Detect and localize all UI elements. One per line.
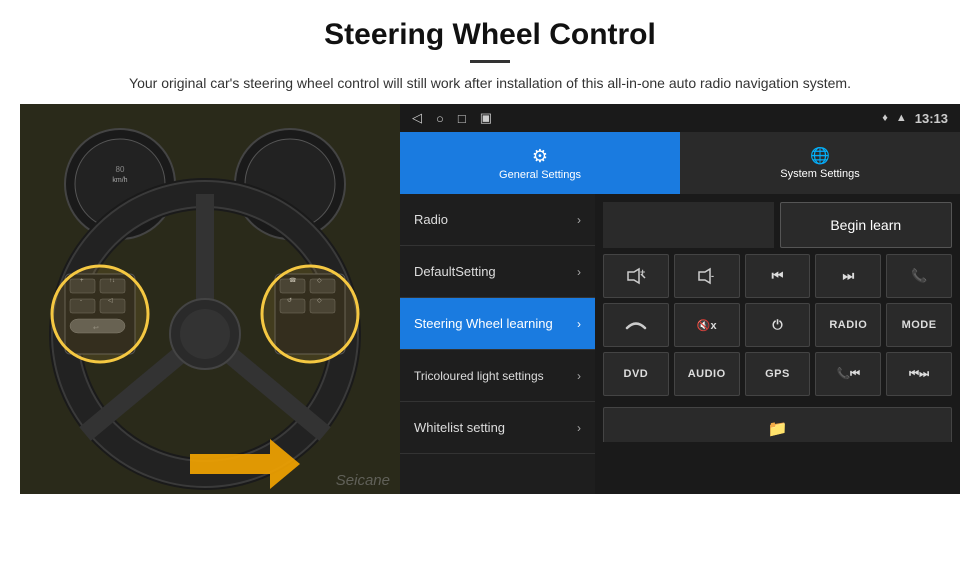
menu-item-default-label: DefaultSetting (414, 264, 577, 279)
svg-text:+: + (640, 267, 645, 277)
tab-general-label: General Settings (499, 169, 581, 181)
btn-phone-prev[interactable]: 📞⏮ (815, 352, 881, 396)
svg-text:-: - (711, 271, 714, 281)
steering-wheel-svg: 80 km/h (20, 104, 400, 494)
title-divider (470, 60, 510, 63)
menu-chevron-tricoloured: › (577, 369, 581, 383)
btn-phone[interactable]: 📞 (886, 254, 952, 298)
main-content: 80 km/h (20, 104, 960, 494)
page-header: Steering Wheel Control Your original car… (0, 0, 980, 104)
btn-mute[interactable]: 🔇x (674, 303, 740, 347)
btn-gps[interactable]: GPS (745, 352, 811, 396)
btn-vol-down[interactable]: - (674, 254, 740, 298)
car-image-area: 80 km/h (20, 104, 400, 494)
vol-down-icon: - (697, 267, 717, 285)
tab-system-label: System Settings (780, 168, 859, 180)
menu-item-whitelist-label: Whitelist setting (414, 420, 577, 435)
settings-menu: Radio › DefaultSetting › Steering Wheel … (400, 194, 595, 494)
settings-tabs: ⚙ General Settings 🌐 System Settings (400, 132, 960, 194)
btn-row-1: + - ⏮ ⏭ 📞 (603, 254, 952, 298)
back-icon[interactable]: ◁ (412, 110, 422, 126)
menu-chevron-default: › (577, 265, 581, 279)
btn-mode[interactable]: MODE (886, 303, 952, 347)
btn-next[interactable]: ⏭ (815, 254, 881, 298)
menu-chevron-whitelist: › (577, 421, 581, 435)
menu-item-radio-label: Radio (414, 212, 577, 227)
system-settings-icon: 🌐 (810, 146, 830, 166)
svg-text:km/h: km/h (112, 177, 127, 184)
settings-content: Radio › DefaultSetting › Steering Wheel … (400, 194, 960, 494)
menu-item-tricoloured[interactable]: Tricoloured light settings › (400, 350, 595, 402)
hangup-icon (625, 316, 647, 334)
control-panel: Begin learn + - ⏮ ⏭ 📞 (595, 194, 960, 494)
location-icon: ♦ (882, 112, 888, 124)
status-bar: ◁ ○ □ ▣ ♦ ▲ 13:13 (400, 104, 960, 132)
tab-general[interactable]: ⚙ General Settings (400, 132, 680, 194)
car-background: 80 km/h (20, 104, 400, 494)
status-bar-left: ◁ ○ □ ▣ (412, 110, 492, 126)
btn-dvd[interactable]: DVD (603, 352, 669, 396)
menu-item-radio[interactable]: Radio › (400, 194, 595, 246)
btn-power[interactable]: ⏻ (745, 303, 811, 347)
page-subtitle: Your original car's steering wheel contr… (20, 73, 960, 94)
clock: 13:13 (915, 111, 948, 126)
btn-row-2: 🔇x ⏻ RADIO MODE (603, 303, 952, 347)
buttons-grid: + - ⏮ ⏭ 📞 🔇x (603, 254, 952, 396)
tab-system[interactable]: 🌐 System Settings (680, 132, 960, 194)
svg-text:80: 80 (116, 165, 125, 174)
android-ui: ◁ ○ □ ▣ ♦ ▲ 13:13 ⚙ General Settings 🌐 S… (400, 104, 960, 494)
vol-up-icon: + (626, 267, 646, 285)
btn-hangup[interactable] (603, 303, 669, 347)
begin-learn-button[interactable]: Begin learn (780, 202, 953, 248)
menu-chevron-radio: › (577, 213, 581, 227)
menu-item-steering-label: Steering Wheel learning (414, 316, 577, 331)
menu-item-whitelist[interactable]: Whitelist setting › (400, 402, 595, 454)
btn-radio[interactable]: RADIO (815, 303, 881, 347)
btn-audio[interactable]: AUDIO (674, 352, 740, 396)
btn-phone-next[interactable]: ⏮⏭ (886, 352, 952, 396)
status-bar-right: ♦ ▲ 13:13 (882, 111, 948, 126)
recents-icon[interactable]: □ (458, 111, 466, 126)
menu-icon[interactable]: ▣ (480, 110, 492, 126)
menu-item-default[interactable]: DefaultSetting › (400, 246, 595, 298)
btn-row-3: DVD AUDIO GPS 📞⏮ ⏮⏭ (603, 352, 952, 396)
home-icon[interactable]: ○ (436, 111, 444, 126)
menu-item-steering[interactable]: Steering Wheel learning › (400, 298, 595, 350)
btn-row-partial: 📁 (603, 407, 952, 442)
btn-vol-up[interactable]: + (603, 254, 669, 298)
btn-prev[interactable]: ⏮ (745, 254, 811, 298)
btn-file[interactable]: 📁 (603, 407, 952, 442)
page-title: Steering Wheel Control (20, 18, 960, 52)
empty-cell (603, 202, 774, 248)
signal-icon: ▲ (896, 112, 907, 124)
begin-learn-row: Begin learn (603, 202, 952, 248)
general-settings-icon: ⚙ (532, 146, 548, 167)
menu-chevron-steering: › (577, 317, 581, 331)
menu-item-tricoloured-label: Tricoloured light settings (414, 369, 577, 383)
